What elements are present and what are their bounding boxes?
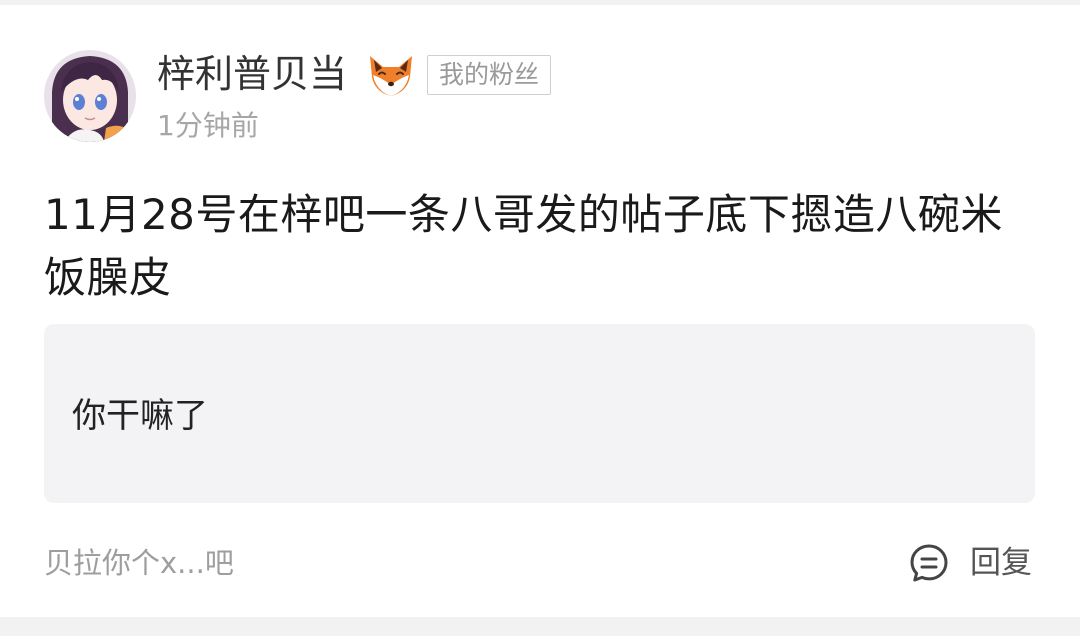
fan-badge: 我的粉丝	[427, 55, 552, 95]
username[interactable]: 梓利普贝当	[157, 49, 347, 99]
fox-emoji-icon	[366, 50, 416, 100]
avatar-image	[44, 50, 136, 142]
post-text: 11月28号在梓吧一条八哥发的帖子底下摁造八碗米饭臊皮	[44, 190, 1003, 302]
avatar[interactable]	[44, 50, 136, 142]
post-time: 1分钟前	[157, 109, 259, 142]
reply-preview[interactable]: 贝拉你个x...吧	[44, 543, 234, 583]
reply-label: 回复	[970, 545, 1032, 581]
comment-icon	[910, 544, 948, 582]
reply-button[interactable]: 回复	[908, 538, 1032, 588]
quoted-post[interactable]: 你干嘛了	[44, 324, 1035, 503]
comment-card: 梓利普贝当 我的粉丝 1分钟前 11月28号在梓吧一条八哥发的帖子底下摁造八碗米…	[0, 5, 1080, 617]
quoted-text: 你干嘛了	[72, 396, 208, 436]
